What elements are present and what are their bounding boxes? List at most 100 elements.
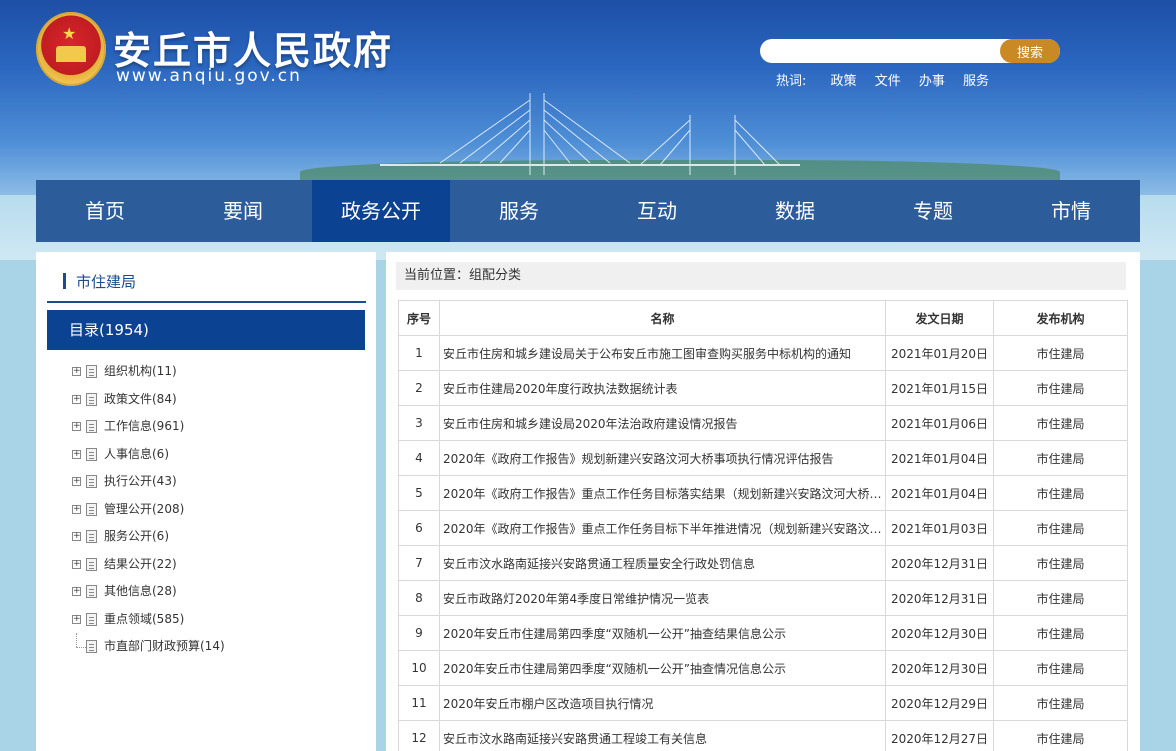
document-icon xyxy=(86,585,97,598)
row-date: 2020年12月29日 xyxy=(885,685,994,721)
row-index: 7 xyxy=(398,545,440,581)
hotword-link[interactable]: 文件 xyxy=(875,74,901,89)
row-index: 3 xyxy=(398,405,440,441)
table-row: 5 2020年《政府工作报告》重点工作任务目标落实结果（规划新建兴安路汶河大桥… 2… xyxy=(398,475,1128,511)
table-row: 9 2020年安丘市住建局第四季度“双随机一公开”抽查结果信息公示 2020年12月… xyxy=(398,615,1128,651)
tree-expand-icon[interactable]: + xyxy=(72,449,81,459)
tree-item[interactable]: 市直部门财政预算(14) xyxy=(72,633,225,661)
row-title-link[interactable]: 安丘市住房和城乡建设局2020年法治政府建设情况报告 xyxy=(439,405,886,441)
row-index: 4 xyxy=(398,440,440,476)
table-row: 10 2020年安丘市住建局第四季度“双随机一公开”抽查情况信息公示 2020年12… xyxy=(398,650,1128,686)
hotword-link[interactable]: 政策 xyxy=(831,74,857,89)
tree-expand-icon[interactable]: + xyxy=(72,504,81,514)
table-row: 2 安丘市住建局2020年度行政执法数据统计表 2021年01月15日 市住建局 xyxy=(398,370,1128,406)
table-row: 7 安丘市汶水路南延接兴安路贯通工程质量安全行政处罚信息 2020年12月31日 市住… xyxy=(398,545,1128,581)
column-header-title: 名称 xyxy=(439,300,886,336)
table-row: 6 2020年《政府工作报告》重点工作任务目标下半年推进情况（规划新建兴安路汶… 2… xyxy=(398,510,1128,546)
row-publisher: 市住建局 xyxy=(993,510,1128,546)
tree-item[interactable]: + 管理公开(208) xyxy=(72,496,225,524)
row-date: 2021年01月04日 xyxy=(885,440,994,476)
nav-item-interaction[interactable]: 互动 xyxy=(588,180,726,242)
tree-item[interactable]: + 工作信息(961) xyxy=(72,413,225,441)
tree-expand-icon[interactable]: + xyxy=(72,587,81,596)
row-title-link[interactable]: 2020年《政府工作报告》规划新建兴安路汶河大桥事项执行情况评估报告 xyxy=(439,440,886,476)
column-header-publisher: 发布机构 xyxy=(993,300,1128,336)
row-date: 2021年01月04日 xyxy=(885,475,994,511)
row-title-link[interactable]: 安丘市政路灯2020年第4季度日常维护情况一览表 xyxy=(439,580,886,616)
nav-item-city-info[interactable]: 市情 xyxy=(1002,180,1140,242)
row-title-link[interactable]: 安丘市汶水路南延接兴安路贯通工程质量安全行政处罚信息 xyxy=(439,545,886,581)
document-icon xyxy=(86,530,97,543)
row-title-link[interactable]: 安丘市住建局2020年度行政执法数据统计表 xyxy=(439,370,886,406)
row-publisher: 市住建局 xyxy=(993,685,1128,721)
row-date: 2020年12月27日 xyxy=(885,720,994,751)
row-index: 1 xyxy=(398,335,440,371)
tree-item[interactable]: + 结果公开(22) xyxy=(72,551,225,579)
row-date: 2021年01月20日 xyxy=(885,335,994,371)
tree-expand-icon[interactable]: + xyxy=(72,422,81,431)
hotword-link[interactable]: 办事 xyxy=(919,74,945,89)
nav-item-home[interactable]: 首页 xyxy=(36,180,174,242)
row-title-link[interactable]: 2020年安丘市住建局第四季度“双随机一公开”抽查结果信息公示 xyxy=(439,615,886,651)
tree-item[interactable]: + 其他信息(28) xyxy=(72,578,225,606)
catalog-button[interactable]: 目录(1954) xyxy=(47,310,365,350)
tree-item[interactable]: + 政策文件(84) xyxy=(72,386,225,414)
column-header-index: 序号 xyxy=(398,300,440,336)
row-title-link[interactable]: 安丘市住房和城乡建设局关于公布安丘市施工图审查购买服务中标机构的通知 xyxy=(439,335,886,371)
nav-item-news[interactable]: 要闻 xyxy=(174,180,312,242)
row-publisher: 市住建局 xyxy=(993,405,1128,441)
row-index: 2 xyxy=(398,370,440,406)
table-row: 8 安丘市政路灯2020年第4季度日常维护情况一览表 2020年12月31日 市住建局 xyxy=(398,580,1128,616)
sidebar-heading: 市住建局 xyxy=(47,270,366,303)
tree-expand-icon[interactable]: + xyxy=(72,532,81,541)
tree-expand-icon[interactable]: + xyxy=(72,614,81,624)
tree-item[interactable]: + 重点领域(585) xyxy=(72,606,225,634)
tree-item[interactable]: + 人事信息(6) xyxy=(72,441,225,469)
row-date: 2020年12月31日 xyxy=(885,580,994,616)
column-header-date: 发文日期 xyxy=(885,300,994,336)
row-date: 2020年12月30日 xyxy=(885,650,994,686)
tree-expand-icon[interactable]: + xyxy=(72,477,81,486)
tree-item[interactable]: + 组织机构(11) xyxy=(72,358,225,386)
tree-item[interactable]: + 服务公开(6) xyxy=(72,523,225,551)
row-index: 12 xyxy=(398,720,440,751)
row-date: 2020年12月30日 xyxy=(885,615,994,651)
site-url: www.anqiu.gov.cn xyxy=(116,66,302,86)
row-publisher: 市住建局 xyxy=(993,475,1128,511)
nav-item-data[interactable]: 数据 xyxy=(726,180,864,242)
tree-expand-icon[interactable]: + xyxy=(72,559,81,569)
tree-expand-icon[interactable]: + xyxy=(72,394,81,404)
table-row: 12 安丘市汶水路南延接兴安路贯通工程竣工有关信息 2020年12月27日 市住建局 xyxy=(398,720,1128,751)
row-title-link[interactable]: 2020年安丘市棚户区改造项目执行情况 xyxy=(439,685,886,721)
tree-item[interactable]: + 执行公开(43) xyxy=(72,468,225,496)
row-index: 5 xyxy=(398,475,440,511)
row-publisher: 市住建局 xyxy=(993,545,1128,581)
row-title-link[interactable]: 安丘市汶水路南延接兴安路贯通工程竣工有关信息 xyxy=(439,720,886,751)
hotword-link[interactable]: 服务 xyxy=(963,74,989,89)
row-publisher: 市住建局 xyxy=(993,440,1128,476)
row-index: 6 xyxy=(398,510,440,546)
hotwords-label: 热词: xyxy=(776,74,807,89)
search-button[interactable]: 搜索 xyxy=(1000,39,1060,63)
nav-item-gov-affairs[interactable]: 政务公开 xyxy=(312,180,450,242)
search-input[interactable] xyxy=(772,42,997,60)
tree-expand-icon[interactable]: + xyxy=(72,367,81,376)
category-tree: + 组织机构(11) + 政策文件(84) + 工作信息(961) + 人事信息(6) … xyxy=(72,358,225,661)
row-publisher: 市住建局 xyxy=(993,720,1128,751)
sidebar-heading-label: 市住建局 xyxy=(76,273,137,291)
row-date: 2021年01月03日 xyxy=(885,510,994,546)
nav-item-services[interactable]: 服务 xyxy=(450,180,588,242)
sidebar: 市住建局 目录(1954) + 组织机构(11) + 政策文件(84) + 工作信息(… xyxy=(36,252,376,751)
row-title-link[interactable]: 2020年安丘市住建局第四季度“双随机一公开”抽查情况信息公示 xyxy=(439,650,886,686)
row-title-link[interactable]: 2020年《政府工作报告》重点工作任务目标下半年推进情况（规划新建兴安路汶… xyxy=(439,510,886,546)
document-table: 序号 名称 发文日期 发布机构 1 安丘市住房和城乡建设局关于公布安丘市施工图审查… xyxy=(398,300,1128,751)
nav-item-topics[interactable]: 专题 xyxy=(864,180,1002,242)
row-publisher: 市住建局 xyxy=(993,580,1128,616)
row-date: 2020年12月31日 xyxy=(885,545,994,581)
document-icon xyxy=(86,502,97,516)
row-index: 11 xyxy=(398,685,440,721)
content-panel: 当前位置：组配分类 序号 名称 发文日期 发布机构 1 安丘市住房和城乡建设局关于… xyxy=(386,252,1140,751)
row-title-link[interactable]: 2020年《政府工作报告》重点工作任务目标落实结果（规划新建兴安路汶河大桥… xyxy=(439,475,886,511)
table-row: 4 2020年《政府工作报告》规划新建兴安路汶河大桥事项执行情况评估报告 2021年… xyxy=(398,440,1128,476)
document-icon xyxy=(86,447,97,461)
